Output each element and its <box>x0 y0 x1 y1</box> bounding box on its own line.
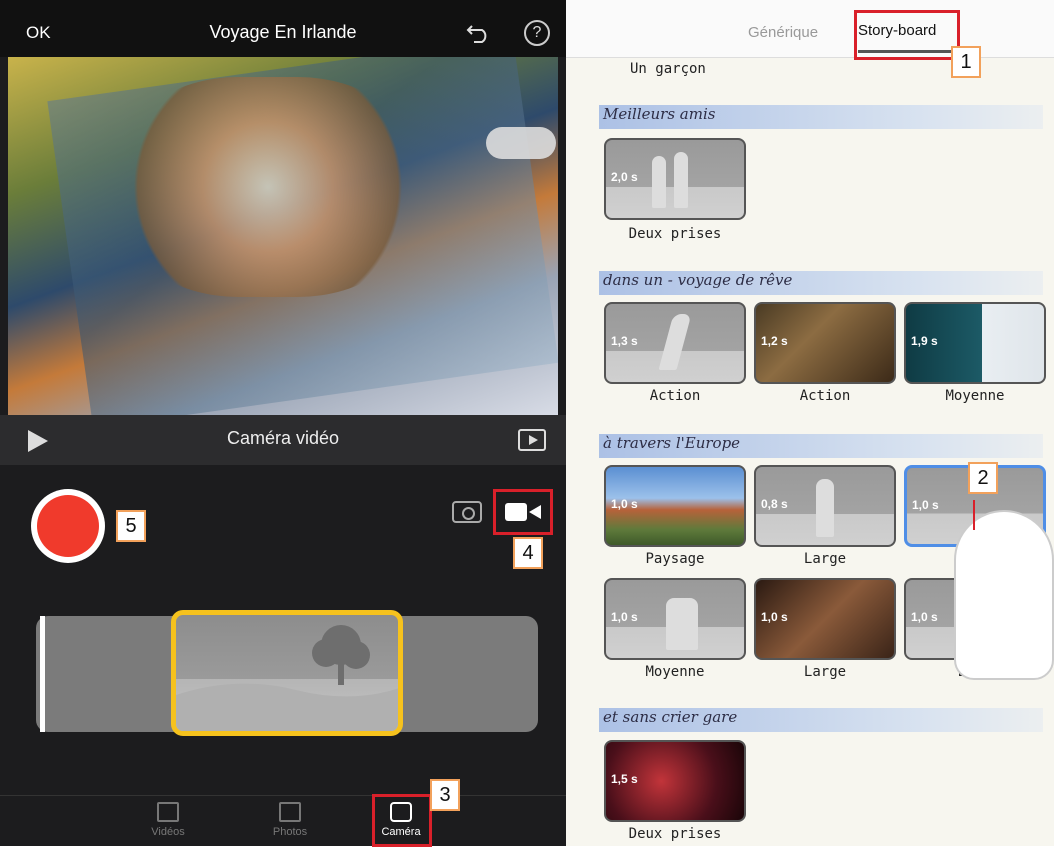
viewfinder-web-image <box>118 77 418 297</box>
shot-caption: Moyenne <box>645 664 705 680</box>
shot-caption: Moyenne <box>945 388 1005 404</box>
tab-videos[interactable]: Vidéos <box>138 800 198 838</box>
tab-photos[interactable]: Photos <box>260 800 320 838</box>
shot-duration: 1,0 s <box>611 610 638 624</box>
camera-panel: OK Voyage En Irlande ? Caméra vidéo 5 4 <box>0 0 566 847</box>
photos-icon <box>279 802 301 822</box>
shot-caption: Deux prises <box>628 826 722 842</box>
playhead[interactable] <box>40 616 45 732</box>
camera-viewfinder <box>8 57 558 415</box>
segment-tabs: Générique Story-board 1 <box>566 0 1054 78</box>
tab-videos-label: Vidéos <box>151 826 185 838</box>
top-bar: OK Voyage En Irlande ? <box>0 0 566 57</box>
shot-duration: 1,2 s <box>761 334 788 348</box>
shot-thumbnail[interactable]: 0,8 s <box>754 465 896 547</box>
shot-thumbnail[interactable]: 2,0 s <box>604 138 746 220</box>
running-figure-icon <box>658 314 692 370</box>
shot-caption: Action <box>799 388 851 404</box>
storyboard-panel: Générique Story-board 1 Un garçon Meille… <box>566 0 1054 846</box>
shot-figure <box>674 152 688 208</box>
shot-timeline[interactable] <box>36 610 538 736</box>
film-icon <box>157 802 179 822</box>
camera-tab-highlight <box>372 794 432 847</box>
photo-mode-icon[interactable] <box>452 501 482 523</box>
shot-duration: 1,9 s <box>911 334 938 348</box>
shot-duration: 0,8 s <box>761 497 788 511</box>
preview-bar: Caméra vidéo <box>0 415 566 465</box>
finger-tap-illustration <box>954 510 1054 680</box>
shot-caption: Large <box>803 664 847 680</box>
callout-3: 3 <box>430 779 460 811</box>
top-caption: Un garçon <box>630 61 706 77</box>
video-mode-icon[interactable] <box>505 503 541 521</box>
tab-generique[interactable]: Générique <box>748 24 818 41</box>
shot-duration: 1,0 s <box>912 498 939 512</box>
tap-indicator-line <box>973 500 975 530</box>
flip-camera-button[interactable] <box>486 127 556 159</box>
record-button[interactable] <box>31 489 105 563</box>
shot-thumbnail[interactable]: 1,3 s <box>604 302 746 384</box>
tab-bar: Vidéos Photos Caméra 3 <box>0 779 566 847</box>
shot-caption: Deux prises <box>628 226 722 242</box>
tab-photos-label: Photos <box>272 826 308 838</box>
shot-duration: 1,5 s <box>611 772 638 786</box>
shot-figure <box>816 479 834 537</box>
callout-2: 2 <box>968 462 998 494</box>
shot-figure <box>666 598 698 650</box>
shot-thumbnail-photo[interactable]: 1,0 s <box>754 578 896 660</box>
shot-duration: 2,0 s <box>611 170 638 184</box>
section-title: à travers l'Europe <box>599 434 1043 458</box>
shot-thumbnail-landscape[interactable]: 1,0 s <box>604 465 746 547</box>
camera-mode-label: Caméra vidéo <box>226 428 340 448</box>
shot-duration: 1,0 s <box>911 610 938 624</box>
camera-controls: 5 4 <box>0 465 566 795</box>
shot-thumbnail-photo[interactable]: 1,2 s <box>754 302 896 384</box>
shot-thumbnail-screen[interactable]: 1,9 s <box>904 302 1046 384</box>
help-button[interactable]: ? <box>524 20 550 46</box>
undo-icon[interactable] <box>466 22 492 44</box>
shot-caption: Paysage <box>645 551 705 567</box>
shot-caption: Large <box>803 551 847 567</box>
shot-thumbnail[interactable]: 1,0 s <box>604 578 746 660</box>
shot-duration: 1,0 s <box>611 497 638 511</box>
preview-fullscreen-icon[interactable] <box>518 429 546 451</box>
section-title: dans un - voyage de rêve <box>599 271 1043 295</box>
shot-duration: 1,3 s <box>611 334 638 348</box>
callout-5: 5 <box>116 510 146 542</box>
section-title: Meilleurs amis <box>599 105 1043 129</box>
selected-shot-clip[interactable] <box>171 610 403 736</box>
shot-thumbnail-photo[interactable]: 1,5 s <box>604 740 746 822</box>
shot-duration: 1,0 s <box>761 610 788 624</box>
callout-1: 1 <box>951 46 981 78</box>
shot-caption: Action <box>649 388 701 404</box>
storyboard-tab-highlight <box>854 10 960 60</box>
shot-figure <box>652 156 666 208</box>
callout-4: 4 <box>513 537 543 569</box>
tree-icon <box>176 625 398 731</box>
section-title: et sans crier gare <box>599 708 1043 732</box>
